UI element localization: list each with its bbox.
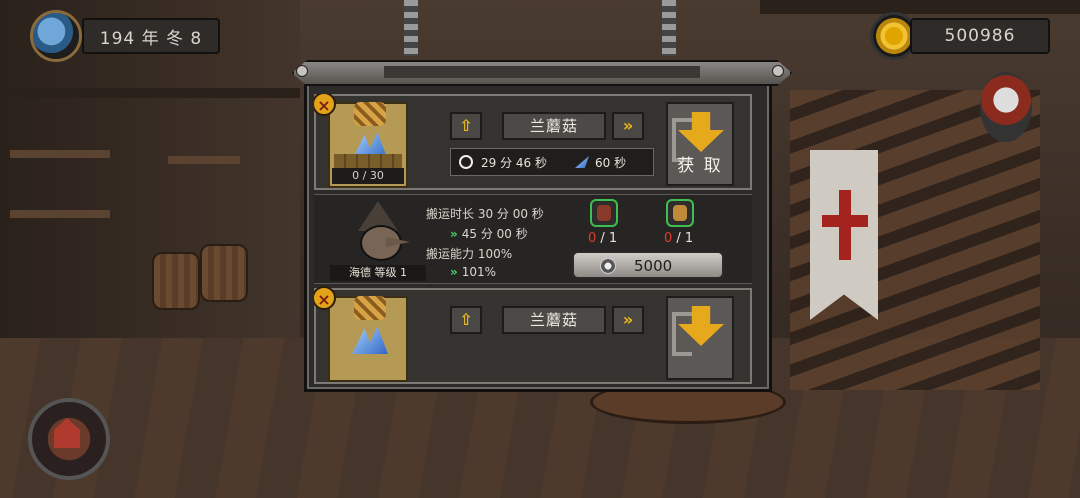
carry-time: 搬运时长 30 分 00 秒 (426, 207, 544, 221)
clock-icon (459, 155, 473, 169)
plague-doctor-portrait[interactable] (350, 201, 410, 271)
requirement-count: 0 / 1 (588, 231, 618, 246)
shelf (10, 210, 110, 218)
item-card: × ⇧ 兰蘑菇 » (314, 286, 752, 384)
requirement-slot-helmet[interactable] (590, 199, 618, 227)
transport-panel: 0 / 30 × ⇧ 兰蘑菇 » 29 分 46 秒 60 秒 获 取 海德 等… (292, 60, 792, 392)
rope-hook-icon (354, 296, 386, 320)
carry-time-upgrade-row: » 45 分 00 秒 (450, 225, 528, 242)
date-display: 194 年 冬 8 (82, 18, 220, 54)
card-scroll-list[interactable]: 0 / 30 × ⇧ 兰蘑菇 » 29 分 46 秒 60 秒 获 取 海德 等… (314, 94, 752, 384)
get-button-label: 获 取 (677, 156, 723, 176)
blue-mushroom-icon (352, 326, 388, 354)
item-card: 0 / 30 × ⇧ 兰蘑菇 » 29 分 46 秒 60 秒 获 取 (314, 94, 752, 190)
next-button[interactable]: » (612, 112, 644, 140)
bolt-icon (772, 65, 784, 77)
stock-count: 0 / 30 (332, 168, 404, 184)
next-button[interactable]: » (612, 306, 644, 334)
upgrade-cost: 5000 (634, 257, 673, 275)
bag-icon (673, 205, 687, 221)
upgrade-arrow-icon: » (450, 265, 458, 279)
barrel (200, 244, 248, 302)
hanging-chain (662, 0, 676, 56)
shelf (10, 150, 110, 158)
helmet-icon (597, 205, 611, 221)
ceiling-beam-right (760, 0, 1080, 14)
remaining-time: 29 分 46 秒 (481, 155, 547, 170)
requirement-count: 0 / 1 (664, 231, 694, 246)
item-stats: 29 分 46 秒 60 秒 (450, 148, 654, 176)
barrel (152, 252, 200, 310)
hanging-chain (404, 0, 418, 56)
bolt-icon (296, 65, 308, 77)
worker-detail: 海德 等级 1 搬运时长 30 分 00 秒 » 45 分 00 秒 搬运能力 1… (314, 194, 752, 284)
panel-top-bar (292, 60, 792, 86)
gear-coin-icon (600, 258, 616, 274)
item-tile[interactable] (328, 296, 408, 382)
upgrade-arrow-icon: » (450, 227, 458, 241)
item-name: 兰蘑菇 (502, 112, 606, 140)
item-tile[interactable]: 0 / 30 (328, 102, 408, 188)
character-portrait-icon[interactable] (980, 72, 1032, 142)
item-name: 兰蘑菇 (502, 306, 606, 334)
requirement-slot-bag[interactable] (666, 199, 694, 227)
calendar-globe-icon[interactable] (30, 10, 82, 62)
get-button[interactable]: 获 取 (666, 102, 734, 186)
carry-ability-upgrade-row: » 101% (450, 265, 496, 279)
hero-name-level: 海德 等级 1 (330, 265, 426, 281)
upgrade-button[interactable]: ⇧ (450, 306, 482, 334)
upgrade-button[interactable]: ⇧ (450, 112, 482, 140)
red-cross-banner (810, 150, 878, 320)
get-button[interactable] (666, 296, 734, 380)
speed-icon (574, 156, 589, 168)
rope-hook-icon (354, 102, 386, 126)
carry-ability: 搬运能力 100% (426, 247, 513, 261)
carry-ability-upgrade: 101% (461, 265, 497, 279)
ceiling-beam (0, 88, 300, 98)
upgrade-cost-button[interactable]: 5000 (572, 251, 724, 279)
home-house-icon[interactable] (28, 398, 110, 480)
carry-time-upgrade: 45 分 00 秒 (461, 227, 528, 241)
produce-speed: 60 秒 (594, 155, 627, 170)
shelf (168, 156, 240, 164)
money-display: 500986 (910, 18, 1050, 54)
